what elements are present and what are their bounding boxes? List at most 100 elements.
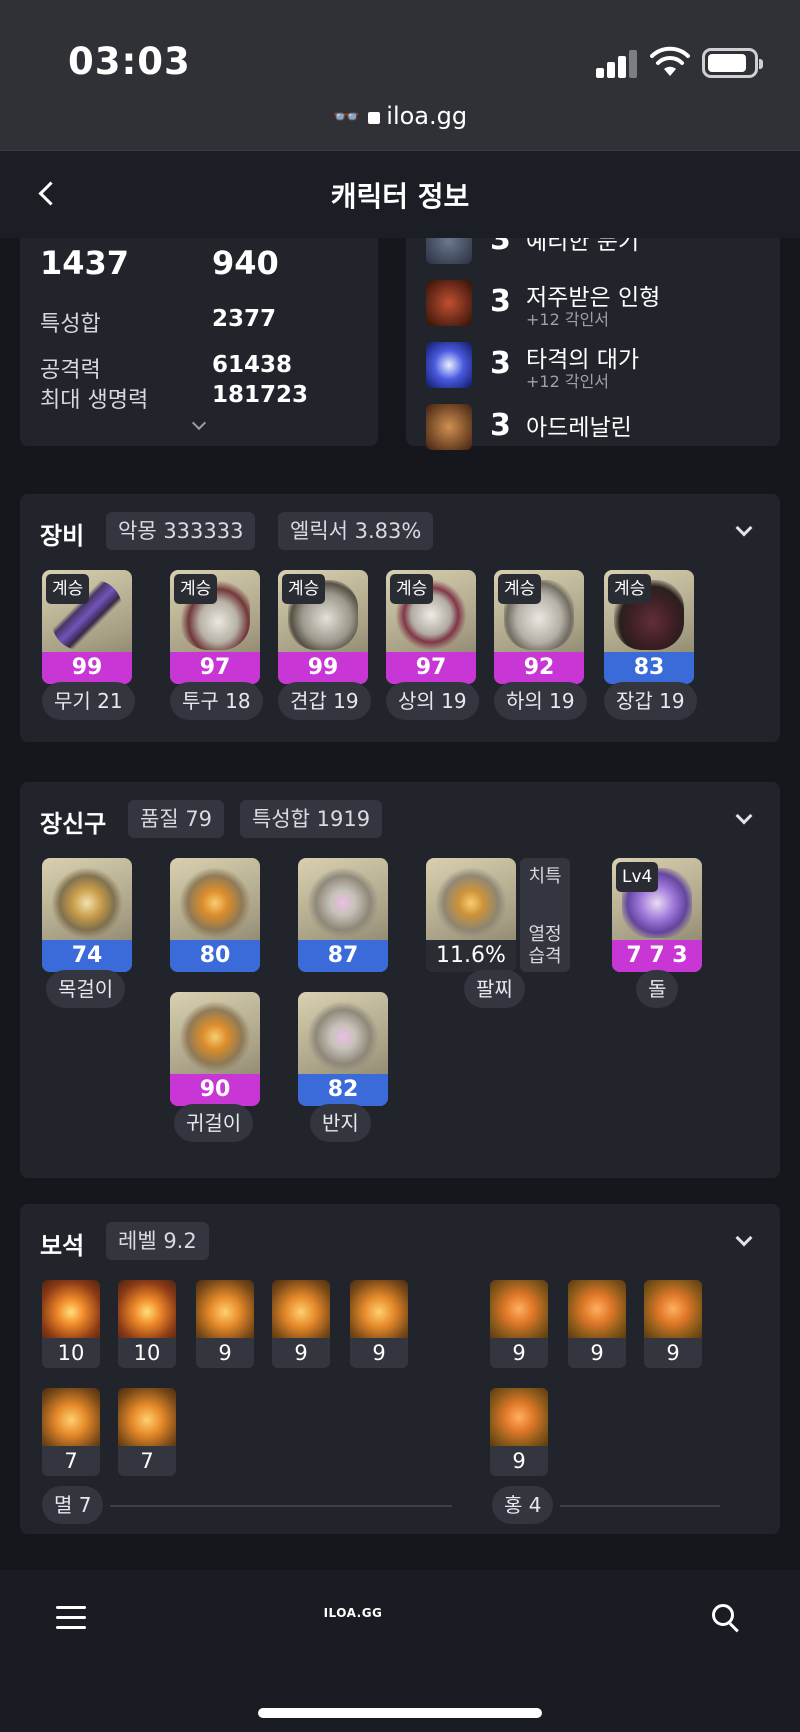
gem-icon [272, 1280, 330, 1338]
equipment-label: 견갑 19 [278, 682, 371, 720]
equipment-shoulder[interactable]: 계승 99 [278, 570, 368, 684]
ring-2[interactable]: 82 [298, 992, 388, 1106]
quality-pill: 품질 79 [128, 800, 225, 838]
site-logo[interactable]: ILOA.GG [0, 1606, 706, 1620]
gem-level: 9 [512, 1449, 526, 1473]
status-bar: 03:03 👓 iloa.gg [0, 0, 800, 150]
divider [560, 1505, 720, 1507]
quality-value: 83 [604, 652, 694, 684]
earring-1[interactable]: 80 [170, 858, 260, 972]
section-title: 보석 [40, 1232, 85, 1260]
stat-label-attack: 공격력 [40, 358, 101, 383]
gem-icon [42, 1280, 100, 1338]
equipment-card: 장비 악몽 333333 엘릭서 3.83% 계승 99 무기 21 계승 97… [20, 494, 780, 742]
gem-level: 9 [666, 1341, 680, 1365]
engraving-row[interactable]: 3 아드레날린 [426, 404, 766, 454]
gem-icon [490, 1280, 548, 1338]
gem-level: 9 [294, 1341, 308, 1365]
gem-level: 9 [218, 1341, 232, 1365]
section-title: 장신구 [40, 810, 107, 838]
chevron-down-icon[interactable] [191, 415, 207, 431]
engraving-row[interactable]: 3 저주받은 인형 +12 각인서 [426, 280, 766, 330]
necklace-icon [52, 868, 122, 938]
gem-tile[interactable]: 9 [350, 1280, 408, 1368]
equipment-chest[interactable]: 계승 97 [386, 570, 476, 684]
necklace[interactable]: 74 [42, 858, 132, 972]
gem-tile[interactable]: 9 [196, 1280, 254, 1368]
gem-summary-left: 멸 7 [42, 1486, 104, 1524]
gem-tile[interactable]: 9 [272, 1280, 330, 1368]
gem-icon [118, 1280, 176, 1338]
equipment-label: 상의 19 [386, 682, 479, 720]
gem-level: 9 [590, 1341, 604, 1365]
quality-value: 92 [494, 652, 584, 684]
succession-badge: 계승 [498, 574, 542, 604]
quality-value: 87 [298, 940, 388, 972]
stat-item-level: 1437 [40, 244, 130, 282]
gem-tile[interactable]: 9 [644, 1280, 702, 1368]
gem-tile[interactable]: 9 [490, 1388, 548, 1476]
gem-icon [490, 1388, 548, 1446]
engraving-level: 3 [490, 346, 511, 381]
gem-level: 7 [64, 1449, 78, 1473]
ring-1[interactable]: 87 [298, 858, 388, 972]
url-bar[interactable]: 👓 iloa.gg [0, 102, 800, 130]
accessories-card: 장신구 품질 79 특성합 1919 74 목걸이 80 90 귀걸이 87 8… [20, 782, 780, 1178]
bracelet-label: 팔찌 [464, 970, 525, 1008]
lock-icon [368, 112, 381, 124]
gem-tile[interactable]: 7 [42, 1388, 100, 1476]
stat-value-traits: 2377 [212, 306, 277, 332]
bracelet-stats: 치특 열정 습격 [520, 858, 570, 972]
divider [110, 1505, 452, 1507]
gem-icon [42, 1388, 100, 1446]
bracelet[interactable]: 11.6% [426, 858, 516, 972]
equipment-pants[interactable]: 계승 92 [494, 570, 584, 684]
earring-2[interactable]: 90 [170, 992, 260, 1106]
chevron-down-icon[interactable] [735, 807, 753, 825]
quality-value: 74 [42, 940, 132, 972]
equipment-weapon[interactable]: 계승 99 [42, 570, 132, 684]
incognito-icon: 👓 [332, 105, 361, 130]
ability-stone[interactable]: Lv4 7 7 3 [612, 858, 702, 972]
gem-level: 7 [140, 1449, 154, 1473]
gem-level: 9 [512, 1341, 526, 1365]
ring-icon [308, 1002, 378, 1072]
quality-value: 82 [298, 1074, 388, 1106]
equipment-label: 투구 18 [170, 682, 263, 720]
gem-summary-right: 홍 4 [492, 1486, 554, 1524]
gem-level: 9 [372, 1341, 386, 1365]
earring-label: 귀걸이 [174, 1104, 254, 1142]
gem-level: 10 [57, 1341, 85, 1365]
search-icon[interactable] [712, 1604, 740, 1632]
gem-icon [644, 1280, 702, 1338]
equipment-label: 하의 19 [494, 682, 587, 720]
bracelet-stat-1: 치특 [528, 866, 562, 887]
engraving-row[interactable]: 3 타격의 대가 +12 각인서 [426, 342, 766, 392]
engraving-icon [426, 342, 472, 388]
set-pill: 악몽 333333 [106, 512, 256, 550]
earring-icon [180, 1002, 250, 1072]
gem-icon [568, 1280, 626, 1338]
equipment-helmet[interactable]: 계승 97 [170, 570, 260, 684]
engraving-row[interactable]: 3 예리한 둔기 [426, 238, 766, 268]
gem-tile[interactable]: 9 [490, 1280, 548, 1368]
earring-icon [180, 868, 250, 938]
ring-label: 반지 [310, 1104, 371, 1142]
main-content: 1437 940 특성합 2377 공격력 61438 최대 생명력 18172… [0, 238, 800, 1570]
chevron-down-icon[interactable] [735, 1229, 753, 1247]
chevron-down-icon[interactable] [735, 519, 753, 537]
gem-tile[interactable]: 9 [568, 1280, 626, 1368]
gem-tile[interactable]: 10 [42, 1280, 100, 1368]
succession-badge: 계승 [608, 574, 652, 604]
engraving-book: +12 각인서 [526, 310, 610, 329]
equipment-gloves[interactable]: 계승 83 [604, 570, 694, 684]
stat-label-hp: 최대 생명력 [40, 388, 149, 413]
engraving-level: 3 [490, 238, 511, 257]
status-time: 03:03 [68, 40, 191, 83]
gem-tile[interactable]: 10 [118, 1280, 176, 1368]
quality-value: 97 [386, 652, 476, 684]
gem-tile[interactable]: 7 [118, 1388, 176, 1476]
quality-value: 99 [278, 652, 368, 684]
quality-value: 90 [170, 1074, 260, 1106]
succession-badge: 계승 [390, 574, 434, 604]
